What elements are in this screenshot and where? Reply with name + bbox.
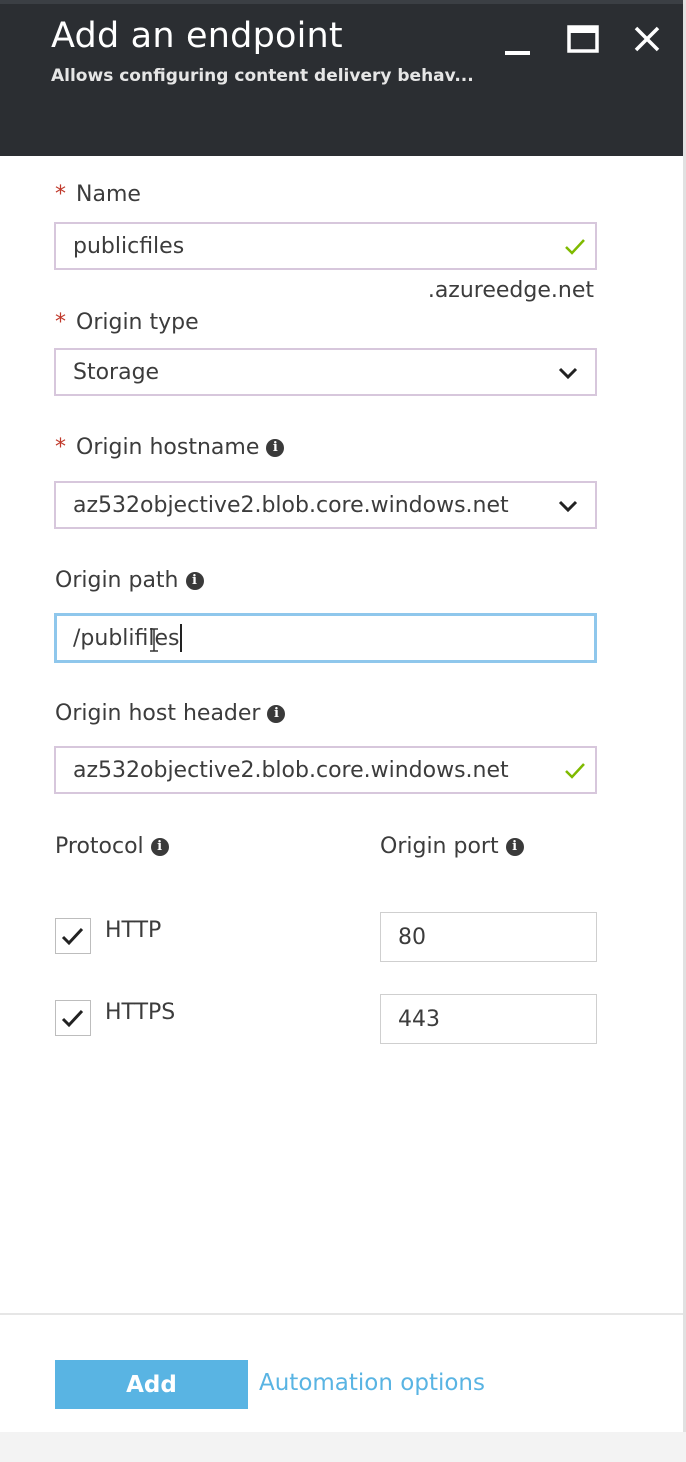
checkmark-icon <box>61 927 84 946</box>
blade-subtitle: Allows configuring content delivery beha… <box>51 66 474 86</box>
protocol-label: Protocol i <box>55 834 169 859</box>
origin-type-label: * Origin type <box>55 310 199 335</box>
origin-host-header-input[interactable]: az532objective2.blob.core.windows.net <box>54 746 597 794</box>
valid-check-icon <box>565 239 585 255</box>
origin-hostname-value: az532objective2.blob.core.windows.net <box>73 492 509 518</box>
name-input-value: publicfiles <box>73 233 185 259</box>
required-asterisk: * <box>55 435 66 460</box>
origin-path-label: Origin path i <box>55 568 204 593</box>
bottom-strip <box>0 1432 686 1462</box>
https-checkbox[interactable] <box>55 1000 91 1036</box>
origin-hostname-label-text: Origin hostname <box>76 435 260 460</box>
http-checkbox[interactable] <box>55 918 91 954</box>
origin-port-label: Origin port i <box>380 834 524 859</box>
https-label: HTTPS <box>105 1000 176 1025</box>
origin-type-label-text: Origin type <box>76 310 199 335</box>
minimize-button[interactable] <box>497 20 537 60</box>
chevron-down-icon <box>558 367 578 380</box>
origin-path-label-text: Origin path <box>55 568 179 593</box>
name-input[interactable]: publicfiles <box>54 222 597 270</box>
info-icon[interactable]: i <box>185 571 204 590</box>
origin-port-label-text: Origin port <box>380 834 499 859</box>
maximize-button[interactable] <box>562 20 602 60</box>
chevron-down-icon <box>558 500 578 513</box>
protocol-label-text: Protocol <box>55 834 144 859</box>
blade-title: Add an endpoint <box>51 16 343 56</box>
maximize-icon <box>567 25 599 53</box>
valid-check-icon <box>565 763 585 779</box>
origin-type-select[interactable]: Storage <box>54 348 597 396</box>
http-port-input[interactable]: 80 <box>380 912 597 962</box>
domain-suffix: .azureedge.net <box>427 278 594 303</box>
text-cursor <box>180 624 182 652</box>
checkmark-icon <box>61 1009 84 1028</box>
minimize-icon <box>505 51 530 55</box>
https-port-value: 443 <box>398 1006 440 1032</box>
http-label: HTTP <box>105 918 162 943</box>
info-icon[interactable]: i <box>505 837 524 856</box>
info-icon[interactable]: i <box>150 837 169 856</box>
origin-type-value: Storage <box>73 359 160 385</box>
required-asterisk: * <box>55 182 66 207</box>
origin-hostname-label: * Origin hostname i <box>55 435 285 460</box>
https-port-input[interactable]: 443 <box>380 994 597 1044</box>
add-endpoint-blade: Add an endpoint Allows configuring conte… <box>0 0 686 1462</box>
close-icon <box>634 26 660 52</box>
origin-hostname-select[interactable]: az532objective2.blob.core.windows.net <box>54 481 597 529</box>
origin-host-header-label-text: Origin host header <box>55 701 261 726</box>
close-button[interactable] <box>627 20 667 60</box>
name-label-text: Name <box>76 182 141 207</box>
required-asterisk: * <box>55 310 66 335</box>
origin-host-header-value: az532objective2.blob.core.windows.net <box>73 757 509 783</box>
automation-options-link[interactable]: Automation options <box>259 1370 485 1396</box>
add-button[interactable]: Add <box>55 1360 248 1409</box>
http-port-value: 80 <box>398 924 426 950</box>
info-icon[interactable]: i <box>267 704 286 723</box>
footer-divider <box>0 1313 683 1315</box>
origin-host-header-label: Origin host header i <box>55 701 286 726</box>
header-top-border <box>0 0 683 4</box>
info-icon[interactable]: i <box>266 438 285 457</box>
origin-path-input[interactable]: /publi files <box>54 613 597 663</box>
blade-header: Add an endpoint Allows configuring conte… <box>0 0 683 156</box>
name-label: * Name <box>55 182 141 207</box>
origin-path-value-start: /publi <box>73 625 135 651</box>
ibeam-cursor-icon <box>150 628 158 652</box>
